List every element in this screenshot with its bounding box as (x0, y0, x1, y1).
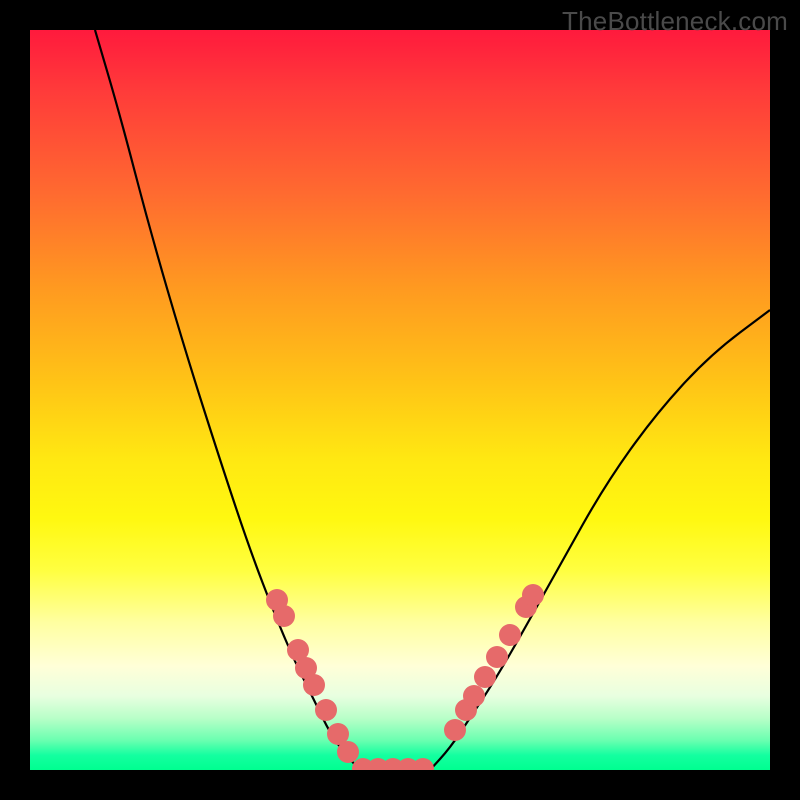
curve-group (95, 30, 770, 770)
curve-left-arm (95, 30, 360, 770)
highlight-dot (444, 719, 466, 741)
chart-plot-area (30, 30, 770, 770)
highlight-dot (474, 666, 496, 688)
highlight-dot (486, 646, 508, 668)
highlight-dot (303, 674, 325, 696)
highlight-dot (522, 584, 544, 606)
highlight-dot (463, 685, 485, 707)
watermark-text: TheBottleneck.com (562, 6, 788, 37)
highlight-dot (412, 758, 434, 770)
chart-svg (30, 30, 770, 770)
marker-group (266, 584, 544, 770)
highlight-dot (273, 605, 295, 627)
highlight-dot (315, 699, 337, 721)
highlight-dot (337, 741, 359, 763)
highlight-dot (499, 624, 521, 646)
